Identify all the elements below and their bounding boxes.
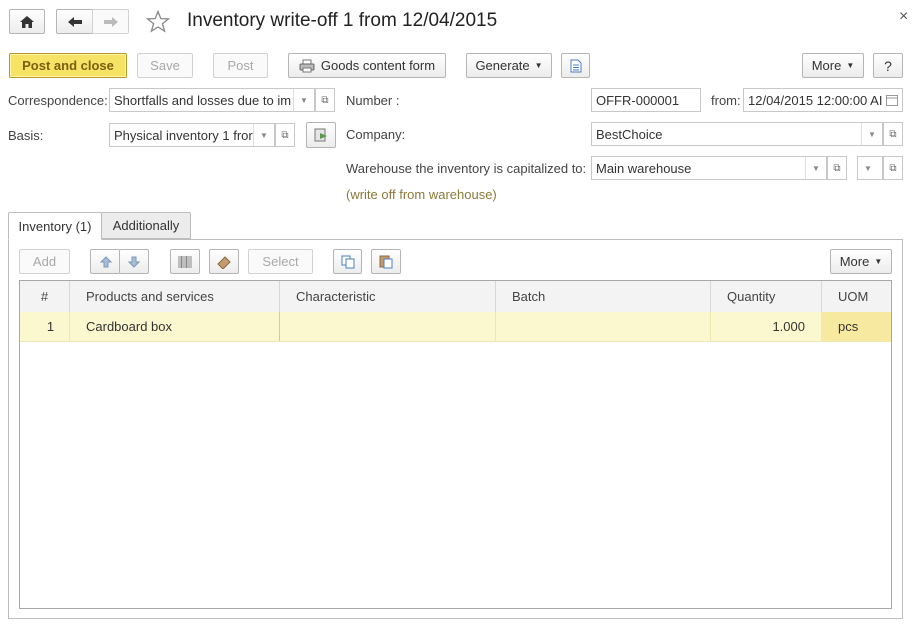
home-icon	[20, 15, 34, 28]
number-field[interactable]: OFFR-000001	[591, 88, 701, 112]
paste-icon	[379, 255, 393, 269]
write-off-note: (write off from warehouse)	[346, 187, 497, 202]
page-title: Inventory write-off 1 from 12/04/2015	[187, 10, 498, 31]
company-value: BestChoice	[596, 126, 663, 142]
batch-cell[interactable]	[496, 312, 711, 341]
chevron-down-icon[interactable]: ▼	[805, 157, 826, 179]
printer-icon	[299, 59, 315, 72]
column-header-products[interactable]: Products and services	[70, 281, 280, 312]
date-value: 12/04/2015 12:00:00 AI	[748, 92, 882, 108]
generate-button[interactable]: Generate ▼	[466, 53, 552, 78]
correspondence-field[interactable]: Shortfalls and losses due to im ▼	[109, 88, 315, 112]
favorite-star-icon[interactable]	[145, 9, 171, 36]
home-button[interactable]	[9, 9, 45, 34]
post-and-close-button[interactable]: Post and close	[9, 53, 127, 78]
column-header-uom[interactable]: UOM	[822, 281, 891, 312]
select-button[interactable]: Select	[248, 249, 313, 274]
table-header: # Products and services Characteristic B…	[20, 281, 891, 313]
company-field[interactable]: BestChoice ▼	[591, 122, 883, 146]
close-icon[interactable]: ×	[899, 8, 908, 26]
basis-label: Basis:	[8, 128, 44, 143]
copy-button[interactable]	[333, 249, 362, 274]
fill-document-icon	[314, 128, 327, 142]
number-label: Number :	[346, 93, 400, 108]
warehouse-field[interactable]: Main warehouse ▼	[591, 156, 827, 180]
chevron-down-icon: ▼	[846, 61, 855, 70]
tab-additionally[interactable]: Additionally	[101, 212, 191, 239]
move-up-button[interactable]	[90, 249, 120, 274]
table-row[interactable]: 1 Cardboard box 1.000 pcs	[20, 312, 891, 342]
add-row-button[interactable]: Add	[19, 249, 70, 274]
chevron-down-icon: ▼	[534, 61, 543, 70]
help-button[interactable]: ?	[873, 53, 903, 78]
save-button[interactable]: Save	[137, 53, 193, 78]
basis-value: Physical inventory 1 fror	[114, 127, 253, 143]
open-icon[interactable]: ⧉	[275, 123, 295, 147]
arrow-right-icon	[103, 16, 118, 27]
arrow-down-icon	[128, 256, 140, 268]
uom-cell[interactable]: pcs	[822, 312, 891, 341]
basis-field[interactable]: Physical inventory 1 fror ▼	[109, 123, 275, 147]
characteristic-cell[interactable]	[280, 312, 496, 341]
column-header-quantity[interactable]: Quantity	[711, 281, 822, 312]
warehouse-label: Warehouse the inventory is capitalized t…	[346, 161, 587, 176]
chevron-down-icon[interactable]: ▼	[253, 124, 274, 146]
warehouse-value: Main warehouse	[596, 160, 692, 176]
quantity-cell[interactable]: 1.000	[711, 312, 822, 341]
back-button[interactable]	[56, 9, 93, 34]
fill-by-basis-button[interactable]	[306, 122, 336, 148]
warehouse-cell-field[interactable]: ▼	[857, 156, 883, 180]
eraser-button[interactable]	[209, 249, 239, 274]
column-header-number[interactable]: #	[20, 281, 70, 312]
inventory-table[interactable]: # Products and services Characteristic B…	[19, 280, 892, 609]
open-icon[interactable]: ⧉	[315, 88, 335, 112]
eraser-icon	[217, 255, 231, 269]
correspondence-label: Correspondence:	[8, 93, 108, 108]
barcode-button[interactable]	[170, 249, 200, 274]
move-down-button[interactable]	[119, 249, 149, 274]
table-more-button[interactable]: More ▼	[830, 249, 892, 274]
number-value: OFFR-000001	[596, 92, 680, 108]
open-icon[interactable]: ⧉	[883, 156, 903, 180]
generate-label: Generate	[475, 58, 530, 73]
copy-icon	[341, 255, 354, 268]
report-button[interactable]	[561, 53, 590, 78]
product-cell[interactable]: Cardboard box	[70, 312, 280, 341]
goods-content-form-button[interactable]: Goods content form	[288, 53, 446, 78]
document-icon	[570, 59, 581, 72]
table-more-label: More	[839, 254, 870, 269]
column-header-batch[interactable]: Batch	[496, 281, 711, 312]
open-icon[interactable]: ⧉	[883, 122, 903, 146]
date-field[interactable]: 12/04/2015 12:00:00 AI	[743, 88, 903, 112]
open-icon[interactable]: ⧉	[827, 156, 847, 180]
column-header-characteristic[interactable]: Characteristic	[280, 281, 496, 312]
forward-button[interactable]	[92, 9, 129, 34]
calendar-icon[interactable]	[882, 89, 902, 111]
post-button[interactable]: Post	[213, 53, 268, 78]
chevron-down-icon[interactable]: ▼	[861, 123, 882, 145]
tab-inventory[interactable]: Inventory (1)	[8, 212, 102, 240]
chevron-down-icon[interactable]: ▼	[858, 157, 878, 179]
arrow-left-icon	[68, 16, 82, 27]
goods-content-form-label: Goods content form	[320, 58, 436, 73]
correspondence-value: Shortfalls and losses due to im	[114, 92, 292, 108]
from-label: from:	[711, 93, 741, 108]
paste-button[interactable]	[371, 249, 401, 274]
chevron-down-icon[interactable]: ▼	[293, 89, 314, 111]
chevron-down-icon: ▼	[874, 257, 883, 266]
row-number-cell: 1	[20, 312, 70, 341]
barcode-icon	[178, 255, 192, 268]
more-button[interactable]: More ▼	[802, 53, 864, 78]
company-label: Company:	[346, 127, 406, 142]
arrow-up-icon	[99, 255, 112, 267]
more-label: More	[811, 58, 842, 73]
